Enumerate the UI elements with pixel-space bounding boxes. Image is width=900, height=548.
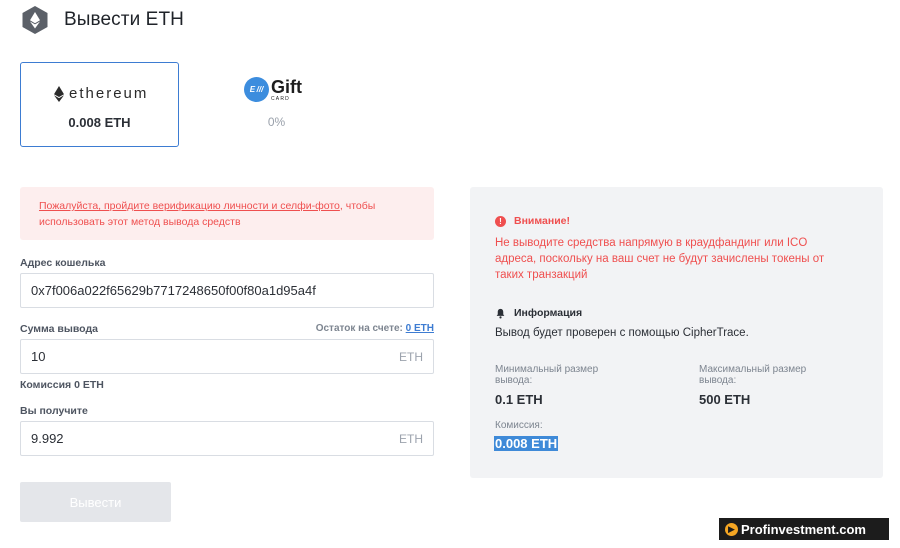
wallet-address-label: Адрес кошелька <box>20 257 106 269</box>
ethereum-wordmark: ethereum <box>69 85 149 102</box>
wallet-address-input[interactable] <box>31 283 371 298</box>
verification-link[interactable]: Пожалуйста, пройдите верификацию личност… <box>39 200 340 212</box>
amount-field[interactable]: ETH <box>20 339 434 374</box>
receive-unit: ETH <box>399 431 423 446</box>
receive-field[interactable]: ETH <box>20 421 434 456</box>
ethereum-logo: ethereum <box>54 85 148 102</box>
method-card-ethereum[interactable]: ethereum 0.008 ETH <box>20 62 179 147</box>
bell-icon <box>495 308 514 319</box>
giftcard-wordmark: Gift <box>271 76 302 97</box>
giftcard-icon: E /// <box>244 77 269 102</box>
giftcard-subtitle: CARD <box>271 95 290 102</box>
verification-alert: Пожалуйста, пройдите верификацию личност… <box>20 187 434 240</box>
warning-text: Не выводите средства напрямую в краудфан… <box>495 237 825 281</box>
page-header: Вывести ETH <box>20 5 184 35</box>
fee-label: Комиссия: <box>495 420 543 431</box>
amount-label: Сумма вывода <box>20 323 98 335</box>
balance-link[interactable]: 0 ETH <box>406 323 434 334</box>
balance-info: Остаток на счете: 0 ETH <box>316 323 434 334</box>
amount-unit: ETH <box>399 349 423 364</box>
ciphertrace-text: Вывод будет проверен с помощью CipherTra… <box>495 327 749 339</box>
fee-value: 0.008 ETH <box>494 436 559 451</box>
info-title: Информация <box>514 307 583 319</box>
ethereum-method-fee: 0.008 ETH <box>68 115 131 130</box>
info-heading: Информация <box>495 307 582 319</box>
warning-icon: ! <box>495 215 506 227</box>
balance-label: Остаток на счете: <box>315 323 403 334</box>
watermark-text: Profinvestment.com <box>741 521 866 537</box>
page-title: Вывести ETH <box>64 9 184 30</box>
watermark: ▶ Profinvestment.com <box>719 518 889 540</box>
giftcard-method-fee: 0% <box>267 115 286 129</box>
commission-text: Комиссия 0 ETH <box>20 379 104 391</box>
watermark-logo-icon: ▶ <box>725 522 738 536</box>
method-card-giftcard[interactable]: E /// Gift CARD 0% <box>224 62 329 147</box>
ethereum-icon <box>54 85 64 102</box>
warning-title: Внимание! <box>514 215 570 227</box>
max-withdrawal-value: 500 ETH <box>699 392 751 407</box>
giftcard-logo: E /// Gift CARD <box>244 77 302 102</box>
max-withdrawal-label: Максимальный размер вывода: <box>699 364 807 386</box>
warning-heading: ! Внимание! <box>495 215 570 227</box>
info-panel: ! Внимание! Не выводите средства напряму… <box>470 187 883 478</box>
receive-input[interactable] <box>31 431 371 446</box>
min-withdrawal-label: Минимальный размер вывода: <box>495 364 599 386</box>
min-withdrawal-value: 0.1 ETH <box>495 392 543 407</box>
wallet-address-field[interactable] <box>20 273 434 308</box>
withdraw-button[interactable]: Вывести <box>20 482 171 522</box>
amount-input[interactable] <box>31 349 371 364</box>
receive-label: Вы получите <box>20 405 88 417</box>
fee-value-highlight: 0.008 ETH <box>494 436 559 451</box>
ethereum-hex-icon <box>20 5 50 35</box>
